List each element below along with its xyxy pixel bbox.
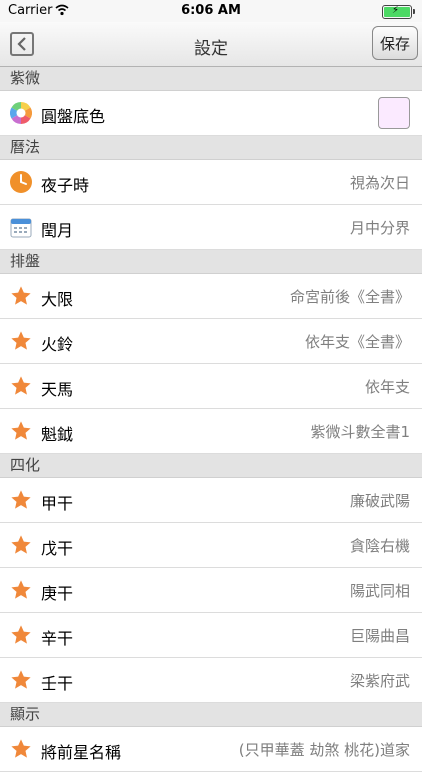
star-icon: [11, 331, 31, 350]
color-wheel-icon: [10, 102, 32, 124]
setting-value: 依年支《全書》: [304, 333, 410, 351]
setting-row-wu-stem[interactable]: 戊干 貪陰右機: [0, 523, 422, 568]
setting-label: 魁鉞: [41, 425, 74, 444]
setting-label: 壬干: [41, 674, 74, 693]
setting-value: 廉破武陽: [349, 492, 410, 510]
setting-value: 貪陰右機: [349, 537, 410, 555]
setting-value: 陽武同相: [349, 582, 410, 600]
setting-value: 月中分界: [349, 219, 410, 237]
star-icon: [11, 625, 31, 644]
star-icon: [11, 670, 31, 689]
clock-icon: [10, 171, 32, 193]
setting-label: 天馬: [41, 380, 74, 399]
setting-row-chart-background[interactable]: 圓盤底色: [0, 91, 422, 136]
star-icon: [11, 490, 31, 509]
setting-row-jia-stem[interactable]: 甲干 廉破武陽: [0, 478, 422, 523]
settings-list: 紫微 圓盤底色 曆法 夜子時 視為次日 閏月 月中分界 排盤 大限 命宮前後《全…: [0, 67, 422, 772]
page-title: 設定: [194, 39, 228, 59]
setting-row-major-period[interactable]: 大限 命宮前後《全書》: [0, 274, 422, 319]
star-icon: [11, 580, 31, 599]
setting-value: 紫微斗數全書1: [310, 423, 410, 441]
setting-label: 火鈴: [41, 335, 74, 354]
setting-value: 梁紫府武: [349, 672, 410, 690]
star-icon: [11, 739, 31, 758]
calendar-icon: [10, 218, 32, 238]
setting-label: 將前星名稱: [41, 743, 122, 762]
star-icon: [11, 286, 31, 305]
section-header-four-transformations: 四化: [0, 454, 422, 478]
setting-label: 辛干: [41, 629, 74, 648]
setting-value: 視為次日: [349, 174, 410, 192]
navigation-bar: 設定 保存: [0, 22, 422, 67]
setting-value: 巨陽曲昌: [349, 627, 410, 645]
section-header-chart-layout: 排盤: [0, 250, 422, 274]
setting-label: 甲干: [41, 494, 74, 513]
setting-row-leap-month[interactable]: 閏月 月中分界: [0, 205, 422, 250]
setting-value: 依年支: [364, 378, 410, 396]
battery-icon: ⚡: [382, 5, 415, 19]
status-time: 6:06 AM: [181, 3, 241, 18]
setting-label: 戊干: [41, 539, 74, 558]
color-swatch[interactable]: [378, 97, 410, 129]
setting-row-ren-stem[interactable]: 壬干 梁紫府武: [0, 658, 422, 703]
setting-row-sky-horse[interactable]: 天馬 依年支: [0, 364, 422, 409]
setting-row-xin-stem[interactable]: 辛干 巨陽曲昌: [0, 613, 422, 658]
section-header-ziwei: 紫微: [0, 67, 422, 91]
save-button[interactable]: 保存: [372, 26, 418, 60]
setting-label: 庚干: [41, 584, 74, 603]
star-icon: [11, 421, 31, 440]
setting-label: 閏月: [41, 221, 74, 240]
star-icon: [11, 535, 31, 554]
star-icon: [11, 376, 31, 395]
section-header-calendar: 曆法: [0, 136, 422, 160]
section-header-display: 顯示: [0, 703, 422, 727]
setting-label: 圓盤底色: [41, 107, 106, 126]
setting-label: 大限: [41, 290, 74, 309]
setting-row-geng-stem[interactable]: 庚干 陽武同相: [0, 568, 422, 613]
setting-row-fire-bell[interactable]: 火鈴 依年支《全書》: [0, 319, 422, 364]
status-bar: Carrier 6:06 AM ⚡: [0, 0, 422, 22]
setting-row-kui-yue[interactable]: 魁鉞 紫微斗數全書1: [0, 409, 422, 454]
setting-label: 夜子時: [41, 176, 90, 195]
setting-value: 命宮前後《全書》: [289, 288, 410, 306]
setting-row-late-zi-hour[interactable]: 夜子時 視為次日: [0, 160, 422, 205]
